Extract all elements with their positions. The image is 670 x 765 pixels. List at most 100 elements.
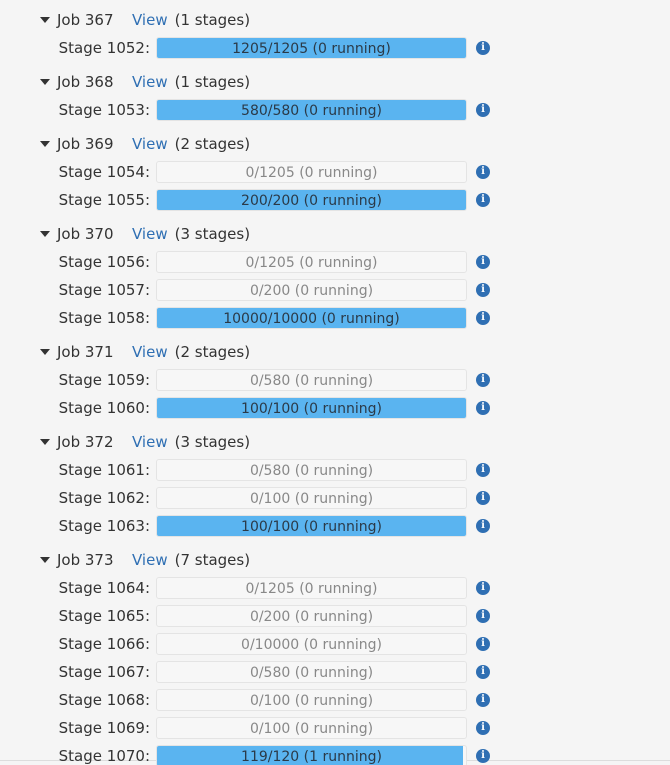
job-name: Job 369	[57, 135, 114, 153]
progress-text: 100/100 (0 running)	[241, 519, 382, 535]
stage-row: Stage 1064: 0/1205 (0 running) i	[0, 577, 670, 599]
collapse-caret-icon[interactable]	[40, 439, 50, 445]
stage-label: Stage 1070:	[58, 747, 150, 765]
stage-progress-bar: 0/1205 (0 running)	[156, 577, 467, 599]
stage-label: Stage 1055:	[58, 191, 150, 209]
info-icon[interactable]: i	[476, 311, 490, 325]
info-icon[interactable]: i	[476, 401, 490, 415]
stage-count: (2 stages)	[174, 135, 251, 153]
info-icon[interactable]: i	[476, 41, 490, 55]
info-icon[interactable]: i	[476, 491, 490, 505]
stage-count: (7 stages)	[174, 551, 251, 569]
info-icon[interactable]: i	[476, 283, 490, 297]
progress-text: 100/100 (0 running)	[241, 401, 382, 417]
view-link[interactable]: View	[132, 551, 168, 569]
info-icon[interactable]: i	[476, 665, 490, 679]
job-header: Job 368 View (1 stages)	[40, 71, 250, 93]
stage-label: Stage 1052:	[58, 39, 150, 57]
stage-count: (2 stages)	[174, 343, 251, 361]
stage-row: Stage 1053: 580/580 (0 running) i	[0, 99, 670, 121]
stage-label: Stage 1069:	[58, 719, 150, 737]
stage-row: Stage 1070: 119/120 (1 running) i	[0, 745, 670, 765]
stage-progress-bar: 119/120 (1 running)	[156, 745, 467, 765]
progress-text: 580/580 (0 running)	[241, 103, 382, 119]
job-progress-list: Job 367 View (1 stages) Stage 1052: 1205/120…	[0, 0, 670, 765]
stage-count: (3 stages)	[174, 225, 251, 243]
info-icon[interactable]: i	[476, 373, 490, 387]
info-icon[interactable]: i	[476, 693, 490, 707]
stage-label: Stage 1067:	[58, 663, 150, 681]
stage-label: Stage 1056:	[58, 253, 150, 271]
stage-row: Stage 1059: 0/580 (0 running) i	[0, 369, 670, 391]
progress-text: 0/1205 (0 running)	[245, 255, 378, 271]
collapse-caret-icon[interactable]	[40, 231, 50, 237]
stage-row: Stage 1069: 0/100 (0 running) i	[0, 717, 670, 739]
info-icon[interactable]: i	[476, 637, 490, 651]
stage-row: Stage 1063: 100/100 (0 running) i	[0, 515, 670, 537]
stage-label: Stage 1058:	[58, 309, 150, 327]
collapse-caret-icon[interactable]	[40, 79, 50, 85]
stage-progress-bar: 200/200 (0 running)	[156, 189, 467, 211]
stage-progress-bar: 0/10000 (0 running)	[156, 633, 467, 655]
stage-progress-bar: 0/200 (0 running)	[156, 605, 467, 627]
stage-label: Stage 1068:	[58, 691, 150, 709]
info-icon[interactable]: i	[476, 609, 490, 623]
progress-text: 0/580 (0 running)	[249, 463, 374, 479]
stage-label: Stage 1063:	[58, 517, 150, 535]
info-icon[interactable]: i	[476, 463, 490, 477]
progress-text: 0/10000 (0 running)	[241, 637, 382, 653]
view-link[interactable]: View	[132, 73, 168, 91]
stage-label: Stage 1062:	[58, 489, 150, 507]
progress-text: 0/580 (0 running)	[249, 665, 374, 681]
progress-text: 0/1205 (0 running)	[245, 581, 378, 597]
stage-row: Stage 1060: 100/100 (0 running) i	[0, 397, 670, 419]
job-header: Job 373 View (7 stages)	[40, 549, 250, 571]
stage-progress-bar: 100/100 (0 running)	[156, 515, 467, 537]
job-name: Job 370	[57, 225, 114, 243]
stage-label: Stage 1059:	[58, 371, 150, 389]
stage-row: Stage 1052: 1205/1205 (0 running) i	[0, 37, 670, 59]
progress-text: 200/200 (0 running)	[241, 193, 382, 209]
info-icon[interactable]: i	[476, 581, 490, 595]
view-link[interactable]: View	[132, 11, 168, 29]
stage-progress-bar: 0/100 (0 running)	[156, 487, 467, 509]
stage-progress-bar: 0/580 (0 running)	[156, 369, 467, 391]
job-header: Job 370 View (3 stages)	[40, 223, 250, 245]
stage-progress-bar: 0/100 (0 running)	[156, 717, 467, 739]
stage-count: (1 stages)	[174, 11, 251, 29]
stage-progress-bar: 0/1205 (0 running)	[156, 251, 467, 273]
stage-progress-bar: 0/100 (0 running)	[156, 689, 467, 711]
stage-row: Stage 1066: 0/10000 (0 running) i	[0, 633, 670, 655]
collapse-caret-icon[interactable]	[40, 349, 50, 355]
progress-text: 1205/1205 (0 running)	[232, 41, 391, 57]
info-icon[interactable]: i	[476, 103, 490, 117]
stage-label: Stage 1057:	[58, 281, 150, 299]
progress-text: 0/200 (0 running)	[249, 283, 374, 299]
view-link[interactable]: View	[132, 343, 168, 361]
info-icon[interactable]: i	[476, 255, 490, 269]
job-name: Job 367	[57, 11, 114, 29]
progress-text: 10000/10000 (0 running)	[223, 311, 400, 327]
stage-row: Stage 1055: 200/200 (0 running) i	[0, 189, 670, 211]
collapse-caret-icon[interactable]	[40, 141, 50, 147]
progress-text: 0/200 (0 running)	[249, 609, 374, 625]
progress-text: 0/100 (0 running)	[249, 721, 374, 737]
view-link[interactable]: View	[132, 135, 168, 153]
stage-row: Stage 1054: 0/1205 (0 running) i	[0, 161, 670, 183]
job-name: Job 368	[57, 73, 114, 91]
stage-row: Stage 1056: 0/1205 (0 running) i	[0, 251, 670, 273]
job-header: Job 369 View (2 stages)	[40, 133, 250, 155]
collapse-caret-icon[interactable]	[40, 17, 50, 23]
collapse-caret-icon[interactable]	[40, 557, 50, 563]
stage-progress-bar: 0/580 (0 running)	[156, 459, 467, 481]
stage-row: Stage 1067: 0/580 (0 running) i	[0, 661, 670, 683]
stage-label: Stage 1061:	[58, 461, 150, 479]
info-icon[interactable]: i	[476, 165, 490, 179]
info-icon[interactable]: i	[476, 749, 490, 763]
info-icon[interactable]: i	[476, 721, 490, 735]
info-icon[interactable]: i	[476, 193, 490, 207]
info-icon[interactable]: i	[476, 519, 490, 533]
view-link[interactable]: View	[132, 225, 168, 243]
job-header: Job 371 View (2 stages)	[40, 341, 250, 363]
view-link[interactable]: View	[132, 433, 168, 451]
